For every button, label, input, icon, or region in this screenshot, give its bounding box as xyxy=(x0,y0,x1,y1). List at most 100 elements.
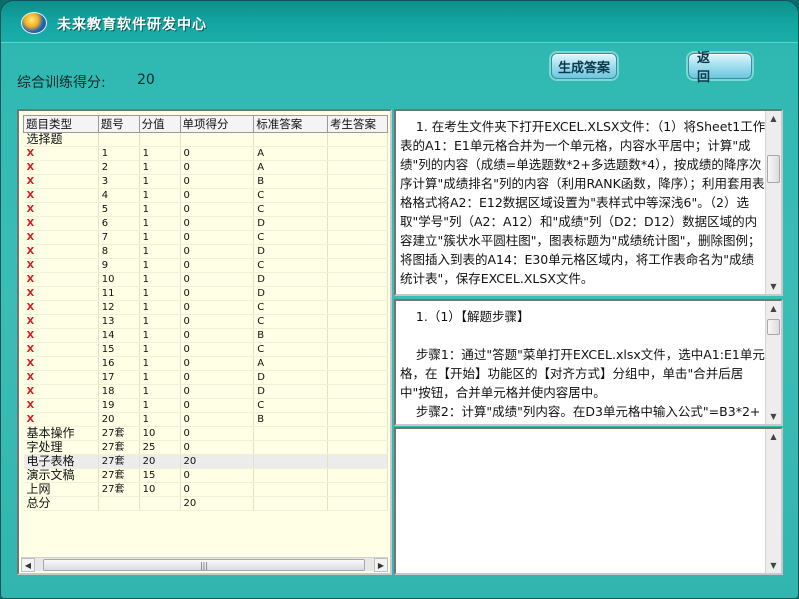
cell-standard-answer: D xyxy=(253,370,329,385)
cell-item-score: 20 xyxy=(180,454,255,469)
cell-type: X xyxy=(23,398,99,413)
cell-item-score: 0 xyxy=(180,160,255,175)
solution-scroll-thumb[interactable] xyxy=(767,319,780,335)
scroll-down-icon[interactable]: ▼ xyxy=(766,409,781,424)
table-row[interactable]: X 20 1 0 B xyxy=(23,412,388,427)
cell-type: 字处理 xyxy=(23,440,99,455)
table-row[interactable]: 总分 20 xyxy=(23,496,388,511)
table-row[interactable]: X 13 1 0 C xyxy=(23,314,388,329)
question-scrollbar[interactable]: ▲ ▼ xyxy=(765,111,781,294)
cell-item-score: 0 xyxy=(180,314,255,329)
table-row[interactable]: 选择题 xyxy=(23,132,388,147)
header-item-score[interactable]: 单项得分 xyxy=(179,115,255,133)
cell-number: 16 xyxy=(98,356,140,371)
cell-standard-answer: C xyxy=(253,342,329,357)
horizontal-scroll-thumb[interactable]: ||| xyxy=(43,559,365,571)
header-number[interactable]: 题号 xyxy=(97,115,140,133)
generate-answer-button[interactable]: 生成答案 xyxy=(551,53,617,79)
cell-score: 15 xyxy=(139,468,181,483)
cell-type: 基本操作 xyxy=(23,426,99,441)
scroll-right-icon[interactable]: ▶ xyxy=(374,558,388,572)
table-row[interactable]: X 16 1 0 A xyxy=(23,356,388,371)
cell-number: 27套 xyxy=(98,440,140,455)
cell-student-answer xyxy=(327,286,388,301)
table-row[interactable]: X110A xyxy=(23,146,388,161)
cell-standard-answer: C xyxy=(253,258,329,273)
cell-item-score: 0 xyxy=(180,398,255,413)
table-row[interactable]: X210A xyxy=(23,160,388,175)
cell-type: X xyxy=(23,188,99,203)
cell-score: 1 xyxy=(139,258,181,273)
table-row[interactable]: X510C xyxy=(23,202,388,217)
cell-type: X xyxy=(23,384,99,399)
cell-number: 27套 xyxy=(98,454,140,469)
table-row[interactable]: X 18 1 0 D xyxy=(23,384,388,399)
score-table-viewport[interactable]: 题目类型 题号 分值 单项得分 标准答案 考生答案 选择题 X 1 1 0 A X 2 1 0 A X… xyxy=(23,115,388,559)
table-row[interactable]: 基本操作 27套 10 0 xyxy=(23,426,388,441)
table-row[interactable]: 上网 27套 10 0 xyxy=(23,482,388,497)
extra-scrollbar[interactable]: ▲ ▼ xyxy=(765,429,781,573)
cell-score: 1 xyxy=(139,314,181,329)
table-row[interactable]: X 19 1 0 C xyxy=(23,398,388,413)
scroll-down-icon[interactable]: ▼ xyxy=(766,279,781,294)
cell-score: 1 xyxy=(139,188,181,203)
cell-number: 20 xyxy=(98,412,140,427)
cell-number: 8 xyxy=(98,244,140,259)
cell-item-score: 0 xyxy=(180,202,255,217)
cell-number: 9 xyxy=(98,258,140,273)
cell-number: 19 xyxy=(98,398,140,413)
table-row[interactable]: X 12 1 0 C xyxy=(23,300,388,315)
header-standard-answer[interactable]: 标准答案 xyxy=(253,115,329,133)
solution-panel[interactable]: 1.（1）【解题步骤】 步骤1：通过"答题"菜单打开EXCEL.xlsx文件，选… xyxy=(394,299,783,426)
cell-student-answer xyxy=(327,454,388,469)
table-row[interactable]: 演示文稿 27套 15 0 xyxy=(23,468,388,483)
cell-standard-answer: C xyxy=(253,398,329,413)
header-type[interactable]: 题目类型 xyxy=(23,115,99,133)
cell-standard-answer: B xyxy=(253,328,329,343)
cell-standard-answer: B xyxy=(253,174,329,189)
cell-standard-answer: C xyxy=(253,202,329,217)
cell-standard-answer: A xyxy=(253,146,329,161)
cell-item-score: 0 xyxy=(180,244,255,259)
back-button[interactable]: 返 回 xyxy=(688,51,752,85)
table-row[interactable]: 字处理 27套 25 0 xyxy=(23,440,388,455)
extra-panel[interactable]: ▲ ▼ xyxy=(394,427,783,575)
scroll-up-icon[interactable]: ▲ xyxy=(766,111,781,126)
horizontal-scrollbar[interactable]: ◀ ||| ▶ xyxy=(21,557,388,572)
cell-student-answer xyxy=(327,468,388,483)
main-window: 未来教育软件研发中心 综合训练得分: 20 生成答案 返 回 题目类型 题号 分… xyxy=(0,0,799,599)
header-student-answer[interactable]: 考生答案 xyxy=(327,115,388,133)
table-row[interactable]: 电子表格 27套 20 20 xyxy=(23,454,388,469)
table-row[interactable]: X 11 1 0 D xyxy=(23,286,388,301)
solution-scrollbar[interactable]: ▲ ▼ xyxy=(765,301,781,424)
cell-score: 20 xyxy=(139,454,181,469)
table-row[interactable]: X810D xyxy=(23,244,388,259)
scroll-left-icon[interactable]: ◀ xyxy=(21,558,35,572)
cell-item-score: 0 xyxy=(180,146,255,161)
cell-score: 1 xyxy=(139,202,181,217)
question-panel[interactable]: 1. 在考生文件夹下打开EXCEL.XLSX文件：（1）将Sheet1工作表的A… xyxy=(394,109,783,296)
cell-type: 演示文稿 xyxy=(23,468,99,483)
cell-score xyxy=(139,132,181,147)
table-row[interactable]: X 17 1 0 D xyxy=(23,370,388,385)
cell-score: 10 xyxy=(139,482,181,497)
table-row[interactable]: X 14 1 0 B xyxy=(23,328,388,343)
scroll-up-icon[interactable]: ▲ xyxy=(766,301,781,316)
scroll-down-icon[interactable]: ▼ xyxy=(766,558,781,573)
cell-student-answer xyxy=(327,342,388,357)
table-row[interactable]: X410C xyxy=(23,188,388,203)
cell-type: X xyxy=(23,272,99,287)
cell-standard-answer: C xyxy=(253,230,329,245)
table-row[interactable]: X710C xyxy=(23,230,388,245)
table-row[interactable]: X 10 1 0 D xyxy=(23,272,388,287)
cell-score: 1 xyxy=(139,146,181,161)
table-row[interactable]: X610D xyxy=(23,216,388,231)
table-row[interactable]: X 15 1 0 C xyxy=(23,342,388,357)
table-row[interactable]: X310B xyxy=(23,174,388,189)
header-score[interactable]: 分值 xyxy=(138,115,181,133)
cell-number: 27套 xyxy=(98,482,140,497)
scroll-up-icon[interactable]: ▲ xyxy=(766,429,781,444)
table-row[interactable]: X910C xyxy=(23,258,388,273)
question-scroll-thumb[interactable] xyxy=(767,155,780,183)
score-label: 综合训练得分: xyxy=(17,75,106,91)
